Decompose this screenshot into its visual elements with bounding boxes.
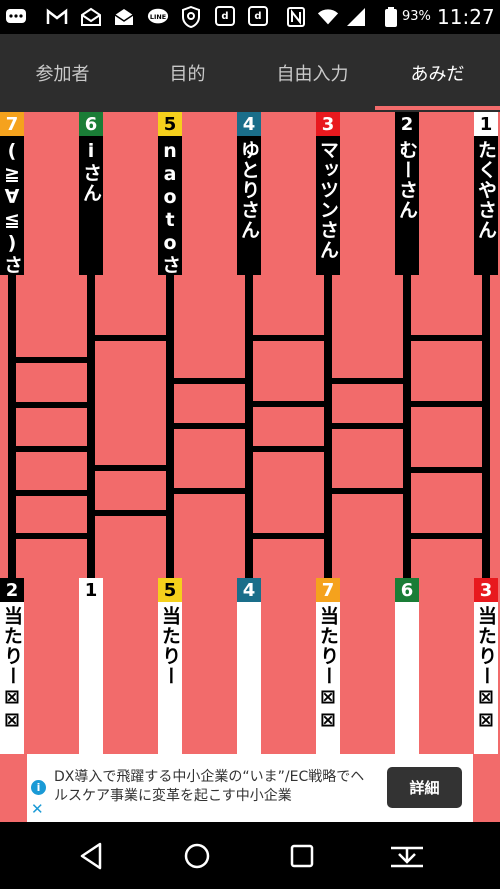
amida-board: 7 (≧∀≦)さ 6 iさん 5 naotoさ 4 ゆとりさん 3 マッツンさん 2 むーさん 1 たくや… [0,112,500,754]
result-number-badge: 5 [158,578,182,602]
tab-indicator [375,106,500,110]
participant-name: iさん [79,136,103,275]
result-text [79,602,103,754]
result-text: 当たりー⊠⊠ [316,602,340,754]
amida-rung [91,510,170,516]
amida-rung [12,446,91,452]
participant-label[interactable]: 7 (≧∀≦)さ [0,112,24,275]
amida-rung [249,446,328,452]
mail-alt-icon [113,6,135,28]
participant-name: ゆとりさん [237,136,261,275]
result-label[interactable]: 3 当たりー⊠⊠ [474,578,498,754]
amida-rung [170,488,249,494]
tab-amida[interactable]: あみだ [375,34,500,112]
battery-icon [380,6,402,28]
recents-icon[interactable] [282,836,322,876]
participant-name: むーさん [395,136,419,275]
result-label[interactable]: 2 当たりー⊠⊠ [0,578,24,754]
result-number-badge: 1 [79,578,103,602]
ad-text[interactable]: DX導入で飛躍する中小企業の“いま”/EC戦略でヘルスケア事業に変革を起こす中小… [54,768,374,806]
result-text: 当たりー [158,602,182,754]
gmail-icon [46,6,68,28]
amida-rung [328,378,407,384]
result-text: 当たりー⊠⊠ [474,602,498,754]
result-label[interactable]: 7 当たりー⊠⊠ [316,578,340,754]
wifi-icon [317,6,339,28]
amida-rung [249,401,328,407]
svg-text:LINE: LINE [150,13,166,21]
mail-icon [80,6,102,28]
chat-bubble-icon [5,6,27,28]
nfc-icon [285,6,307,28]
home-icon[interactable] [177,836,217,876]
amida-rung [407,533,486,539]
amida-rung [249,533,328,539]
line-app-icon: LINE [147,6,169,28]
participant-number-badge: 3 [316,112,340,136]
amida-rung [91,465,170,471]
battery-percent: 93% [402,9,431,24]
result-label[interactable]: 1 [79,578,103,754]
result-text [395,602,419,754]
d-app-icon: d [215,6,235,26]
amida-rung [12,357,91,363]
amida-rung [12,533,91,539]
result-label[interactable]: 6 [395,578,419,754]
participant-label[interactable]: 4 ゆとりさん [237,112,261,275]
participant-label[interactable]: 3 マッツンさん [316,112,340,275]
participant-label[interactable]: 2 むーさん [395,112,419,275]
result-number-badge: 6 [395,578,419,602]
amida-rung [170,423,249,429]
status-bar: LINE d d 93% 11:27 [0,0,500,34]
result-text: 当たりー⊠⊠ [0,602,24,754]
participant-name: たくやさん [474,136,498,275]
result-text [237,602,261,754]
signal-icon [345,6,367,28]
shield-icon [180,6,202,28]
d-app-icon: d [248,6,268,26]
back-icon[interactable] [72,836,112,876]
participant-number-badge: 1 [474,112,498,136]
tab-participants[interactable]: 参加者 [0,34,125,112]
participant-name: マッツンさん [316,136,340,275]
result-label[interactable]: 5 当たりー [158,578,182,754]
amida-rung [91,335,170,341]
amida-rung [328,423,407,429]
participant-number-badge: 2 [395,112,419,136]
participant-name: (≧∀≦)さ [0,136,24,275]
tab-free-input[interactable]: 自由入力 [250,34,375,112]
amida-rung [12,490,91,496]
amida-rung [407,401,486,407]
participant-number-badge: 4 [237,112,261,136]
participant-name: naotoさ [158,136,182,275]
participant-label[interactable]: 5 naotoさ [158,112,182,275]
amida-rung [12,402,91,408]
participant-label[interactable]: 6 iさん [79,112,103,275]
result-number-badge: 7 [316,578,340,602]
result-number-badge: 3 [474,578,498,602]
participant-number-badge: 5 [158,112,182,136]
tab-purpose[interactable]: 目的 [125,34,250,112]
participant-label[interactable]: 1 たくやさん [474,112,498,275]
amida-rung [407,467,486,473]
amida-rung [328,488,407,494]
close-icon[interactable]: ✕ [31,800,44,818]
result-number-badge: 2 [0,578,24,602]
tab-bar: 参加者 目的 自由入力 あみだ [0,34,500,112]
amida-rung [170,378,249,384]
amida-rung [407,335,486,341]
amida-rung [249,335,328,341]
ad-details-button[interactable]: 詳細 [387,767,462,808]
participant-number-badge: 7 [0,112,24,136]
result-number-badge: 4 [237,578,261,602]
navigation-bar [0,822,500,889]
download-icon[interactable] [387,836,427,876]
ad-banner: i ✕ DX導入で飛躍する中小企業の“いま”/EC戦略でヘルスケア事業に変革を起… [0,754,500,822]
info-icon[interactable]: i [31,780,46,795]
result-label[interactable]: 4 [237,578,261,754]
participant-number-badge: 6 [79,112,103,136]
clock: 11:27 [437,5,495,29]
ad-content[interactable]: i ✕ DX導入で飛躍する中小企業の“いま”/EC戦略でヘルスケア事業に変革を起… [27,754,473,822]
